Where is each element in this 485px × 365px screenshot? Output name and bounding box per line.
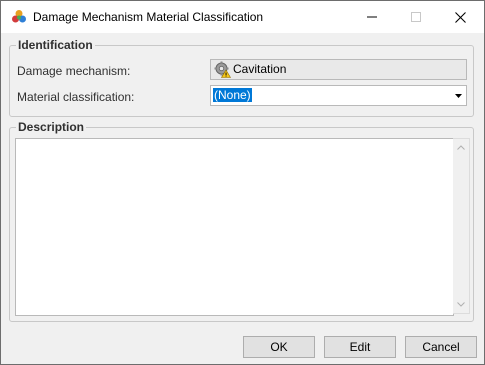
damage-mechanism-label: Damage mechanism:: [17, 64, 131, 78]
scroll-down-icon[interactable]: [457, 302, 465, 307]
description-textarea[interactable]: [15, 138, 454, 316]
material-classification-value[interactable]: (None): [213, 88, 252, 102]
window-title: Damage Mechanism Material Classification: [33, 10, 264, 24]
dropdown-arrow-button[interactable]: [450, 86, 466, 105]
damage-mechanism-field: Cavitation: [210, 59, 467, 80]
material-classification-dropdown[interactable]: (None): [210, 85, 467, 106]
identification-group-title: Identification: [16, 38, 95, 52]
ok-button[interactable]: OK: [243, 336, 315, 358]
identification-group: Identification Damage mechanism: Cavitat…: [9, 38, 474, 117]
minimize-button[interactable]: [349, 1, 394, 33]
colored-cubes-icon: [12, 10, 26, 23]
title-bar[interactable]: Damage Mechanism Material Classification: [1, 1, 484, 33]
damage-mechanism-value: Cavitation: [233, 62, 287, 76]
gear-warning-icon: [214, 61, 231, 78]
scroll-up-icon[interactable]: [457, 145, 465, 150]
chevron-down-icon: [454, 93, 462, 98]
description-group: Description: [9, 120, 474, 322]
edit-button[interactable]: Edit: [324, 336, 396, 358]
close-icon: [455, 11, 466, 23]
description-group-title: Description: [16, 120, 87, 134]
close-button[interactable]: [438, 1, 483, 33]
minimize-icon: [366, 16, 377, 18]
cancel-button[interactable]: Cancel: [405, 336, 477, 358]
maximize-icon: [410, 12, 421, 22]
maximize-button[interactable]: [393, 1, 438, 33]
dialog-window: Damage Mechanism Material Classification…: [0, 0, 485, 365]
material-classification-label: Material classification:: [17, 90, 135, 104]
description-scrollbar[interactable]: [453, 138, 470, 314]
